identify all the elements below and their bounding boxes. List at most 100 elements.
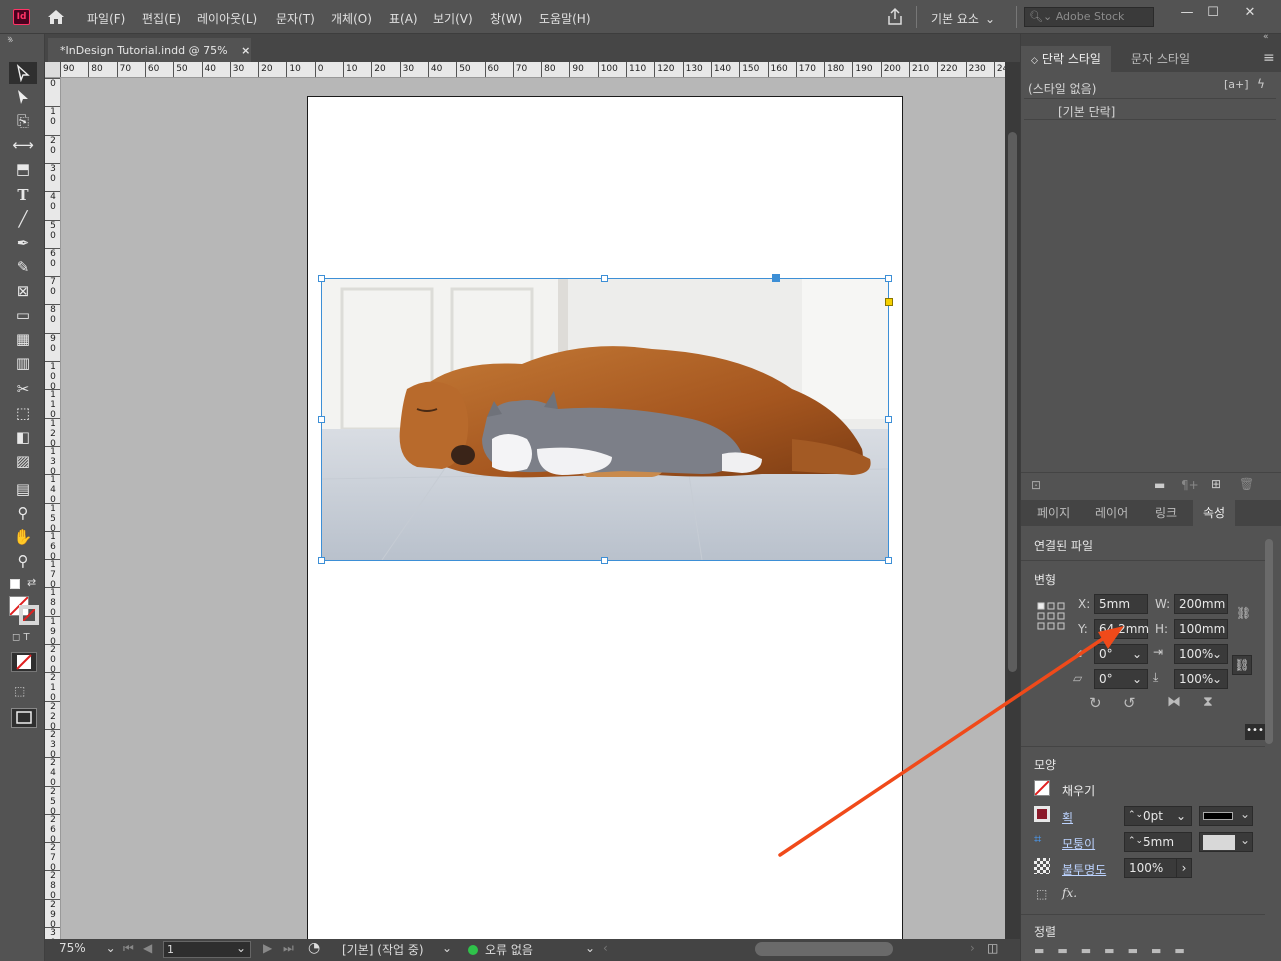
x-position-field[interactable]: 5mm <box>1094 594 1148 614</box>
horizontal-ruler[interactable]: 90 80 70 60 50 40 30 20 10 0 10 20 30 40 50 60 70 80 90 100… <box>60 62 1005 78</box>
last-page-icon[interactable]: ⏭ <box>283 941 294 956</box>
tab-properties[interactable]: 속성 <box>1193 500 1236 526</box>
paragraph-style-icon[interactable]: ¶+ <box>1181 478 1199 492</box>
chevron-down-icon[interactable]: ⌄ <box>585 941 595 955</box>
eyedropper-tool-icon[interactable]: ⚲ <box>9 502 37 524</box>
split-window-icon[interactable]: ◫ <box>987 941 998 955</box>
resize-handle[interactable] <box>601 557 608 564</box>
zoom-tool-icon[interactable]: ⚲ <box>9 550 37 572</box>
rotate-clockwise-icon[interactable]: ↻ <box>1089 694 1102 712</box>
tab-pages[interactable]: 페이지 <box>1027 500 1080 526</box>
pasteboard[interactable] <box>61 78 1005 939</box>
free-transform-tool-icon[interactable]: ⬚ <box>9 402 37 424</box>
y-position-field[interactable]: 64.2mm <box>1094 619 1149 639</box>
rectangle-tool-icon[interactable]: ▭ <box>9 304 37 326</box>
line-tool-icon[interactable]: ╱ <box>9 208 37 230</box>
panel-scroll-thumb[interactable] <box>1265 539 1273 744</box>
fill-swatch[interactable] <box>1034 780 1050 796</box>
direct-selection-tool-icon[interactable] <box>9 86 37 108</box>
content-collector-icon[interactable]: ⬒ <box>9 158 37 180</box>
effects-icon[interactable]: fx. <box>1062 886 1077 900</box>
resize-handle[interactable] <box>318 557 325 564</box>
next-page-icon[interactable]: ▶ <box>263 941 272 955</box>
scroll-right-icon[interactable]: › <box>970 941 975 955</box>
menu-table[interactable]: 표(A) <box>389 10 418 27</box>
tab-layers[interactable]: 레이어 <box>1085 500 1138 526</box>
style-group-icon[interactable]: ⊡ <box>1031 478 1041 492</box>
list-item[interactable]: [기본 단락] <box>1024 98 1276 120</box>
stroke-type-dropdown[interactable]: ⌄ <box>1199 806 1253 826</box>
default-colors-icon[interactable] <box>10 579 20 589</box>
trash-icon[interactable]: 🗑︎ <box>1239 477 1254 491</box>
scale-y-field[interactable]: 100% ⌄ <box>1174 669 1228 689</box>
rotate-counterclockwise-icon[interactable]: ↺ <box>1123 694 1136 712</box>
stroke-weight-field[interactable]: ⌃⌄ 0pt ⌄ <box>1124 806 1192 826</box>
scissors-tool-icon[interactable]: ✂ <box>9 378 37 400</box>
unlink-proportions-icon[interactable]: ⛓︎ <box>1236 606 1251 620</box>
formatting-affects-container-icon[interactable]: ◻ T <box>12 632 30 643</box>
image-frame[interactable] <box>318 274 893 564</box>
gap-tool-icon[interactable]: ⟷ <box>9 134 37 156</box>
tab-character-styles[interactable]: 문자 스타일 <box>1121 46 1200 72</box>
menu-type[interactable]: 문자(T) <box>276 10 315 27</box>
resize-handle[interactable] <box>885 416 892 423</box>
rotation-field[interactable]: 0° ⌄ <box>1094 644 1148 664</box>
type-tool-icon[interactable]: T <box>9 184 37 206</box>
swap-colors-icon[interactable]: ⇄ <box>27 576 36 589</box>
first-page-icon[interactable]: ⏮ <box>123 941 134 956</box>
horizontal-scroll-thumb[interactable] <box>755 942 893 956</box>
align-buttons-row[interactable]: ▬▬▬▬▬▬▬ <box>1034 944 1264 961</box>
menu-view[interactable]: 보기(V) <box>433 10 473 27</box>
content-grabber-handle[interactable] <box>772 274 780 282</box>
live-corner-handle[interactable] <box>885 298 893 306</box>
workspace-switcher[interactable]: 기본 요소 ⌄ <box>931 10 995 27</box>
stepper-icon[interactable]: ⌃⌄ <box>1128 832 1143 850</box>
adobe-stock-search-input[interactable]: 🔍︎⌄ Adobe Stock <box>1024 7 1154 27</box>
home-icon[interactable] <box>45 6 67 28</box>
prev-page-icon[interactable]: ◀ <box>143 941 152 955</box>
pencil-tool-icon[interactable]: ✎ <box>9 256 37 278</box>
resize-handle[interactable] <box>318 416 325 423</box>
share-icon[interactable] <box>884 6 906 28</box>
chevron-down-icon[interactable]: ⌄ <box>236 941 246 955</box>
menu-file[interactable]: 파일(F) <box>87 10 125 27</box>
corner-size-field[interactable]: ⌃⌄ 5mm <box>1124 832 1192 852</box>
stepper-icon[interactable]: ⌃⌄ <box>1128 806 1143 824</box>
close-window-button[interactable]: ✕ <box>1235 3 1265 23</box>
frame-fitting-icon[interactable]: ⬚ <box>1036 887 1047 901</box>
gradient-feather-tool-icon[interactable]: ▨ <box>9 450 37 472</box>
height-field[interactable]: 100mm <box>1174 619 1228 639</box>
new-style-icon[interactable]: ⊞ <box>1211 477 1221 491</box>
note-tool-icon[interactable]: ▤ <box>9 478 37 500</box>
maximize-button[interactable]: ☐ <box>1198 3 1228 23</box>
constrain-proportions-icon[interactable]: ⛓︎ <box>1232 655 1252 675</box>
preflight-icon[interactable]: ◔ <box>308 940 320 956</box>
reference-point-icon[interactable] <box>1037 602 1065 630</box>
screen-mode-icon[interactable] <box>11 708 37 728</box>
vertical-ruler[interactable]: 0 10 20 30 40 50 60 70 80 90 100110120130140150160… <box>45 78 61 939</box>
scale-x-field[interactable]: 100% ⌄ <box>1174 644 1228 664</box>
shear-field[interactable]: 0° ⌄ <box>1094 669 1148 689</box>
close-icon[interactable]: × <box>241 44 250 57</box>
clear-overrides-icon[interactable]: ϟ <box>1257 77 1265 91</box>
zoom-level[interactable]: 75% ⌄ <box>59 941 116 955</box>
apply-none-icon[interactable] <box>11 652 37 672</box>
menu-edit[interactable]: 편집(E) <box>142 10 181 27</box>
vertical-scrollbar[interactable] <box>1005 62 1020 939</box>
resize-handle[interactable] <box>885 275 892 282</box>
resize-handle[interactable] <box>318 275 325 282</box>
document-tab[interactable]: *InDesign Tutorial.indd @ 75% × <box>48 38 251 62</box>
chevron-down-icon[interactable]: ⌄ <box>442 941 452 955</box>
stroke-swatch[interactable] <box>19 605 39 625</box>
resize-handle[interactable] <box>885 557 892 564</box>
styles-list[interactable] <box>1024 120 1276 470</box>
view-mode-icon[interactable]: ⬚ <box>14 684 25 698</box>
scroll-left-icon[interactable]: ‹ <box>603 941 608 955</box>
corner-options-icon[interactable]: ⌗ <box>1034 832 1041 847</box>
collapse-icon[interactable]: « <box>1263 32 1269 42</box>
flip-vertical-icon[interactable]: ⧗ <box>1203 694 1213 710</box>
menu-help[interactable]: 도움말(H) <box>539 10 591 27</box>
opacity-field[interactable]: 100% › <box>1124 858 1192 878</box>
selection-tool-icon[interactable] <box>9 62 37 84</box>
ruler-origin[interactable] <box>45 62 61 78</box>
